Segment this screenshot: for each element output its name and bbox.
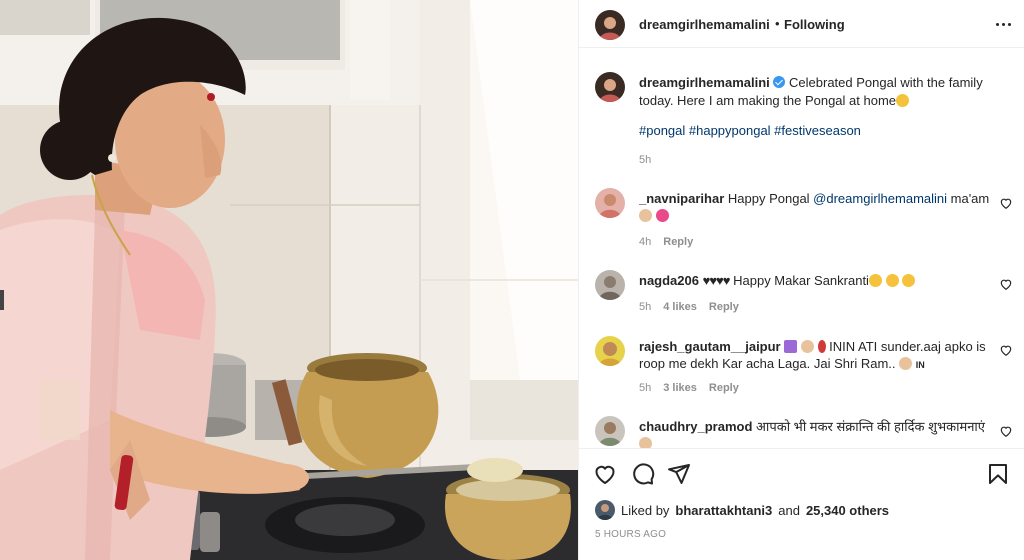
author-avatar[interactable] — [595, 10, 625, 40]
praying-hands-emoji-icon — [639, 209, 652, 222]
post-timestamp[interactable]: 5 HOURS AGO — [595, 529, 666, 540]
pushpin-emoji-icon — [817, 340, 826, 353]
likes-count[interactable]: 25,340 others — [806, 503, 889, 518]
heart-eyes-emoji-icon — [868, 274, 882, 287]
comment-text: rajesh_gautam__jaipur ININ ATI sunder.aa… — [639, 338, 999, 374]
heart-icon[interactable] — [593, 462, 617, 486]
post-image — [0, 0, 578, 560]
liker-avatar[interactable] — [595, 500, 615, 520]
comment-time: 5h — [639, 301, 652, 313]
comment-likes[interactable]: 4 likes — [663, 301, 697, 313]
praying-hands-emoji-icon — [800, 340, 814, 353]
black-hearts-emoji-icon: ♥♥♥♥ — [702, 273, 731, 288]
author-username[interactable]: dreamgirlhemamalini — [639, 17, 770, 32]
comment-mention[interactable]: @dreamgirlhemamalini — [813, 191, 947, 206]
heart-eyes-emoji-icon — [902, 274, 916, 287]
comment-time: 4h — [639, 236, 652, 248]
header-separator: • — [775, 16, 780, 31]
comment-icon[interactable] — [631, 462, 655, 486]
heart-eyes-emoji-icon — [885, 274, 899, 287]
bookmark-icon[interactable] — [986, 462, 1010, 486]
comment-username[interactable]: _navniparihar — [639, 191, 724, 206]
action-bar — [579, 448, 1024, 498]
liked-by-label: Liked by — [621, 502, 670, 518]
following-button[interactable]: Following — [784, 17, 845, 32]
comment-username[interactable]: chaudhry_pramod — [639, 419, 752, 434]
comment-meta: 4h Reply — [639, 236, 693, 248]
comment-body-end: ma'am — [947, 191, 990, 206]
post-header: dreamgirlhemamalini • Following — [579, 0, 1024, 48]
caption-time: 5h — [639, 154, 652, 166]
two-hearts-emoji-icon — [655, 209, 669, 222]
caption: dreamgirlhemamalini Celebrated Pongal wi… — [639, 74, 1011, 110]
comment-body: Happy Pongal — [727, 191, 814, 206]
comment-text: _navniparihar Happy Pongal @dreamgirlhem… — [639, 190, 999, 224]
liked-and-label: and — [778, 502, 800, 518]
flag-emoji-text: IN — [915, 360, 925, 370]
more-options-icon[interactable] — [993, 14, 1013, 34]
comment-username[interactable]: nagda206 — [639, 273, 699, 288]
comment-meta: 5h 3 likes Reply — [639, 382, 739, 394]
like-comment-heart-icon[interactable] — [999, 343, 1013, 357]
comment-text: chaudhry_pramod आपको भी मकर संक्रान्ति क… — [639, 418, 999, 448]
comment-text: nagda206 ♥♥♥♥ Happy Makar Sankranti — [639, 272, 999, 289]
commenter-avatar[interactable] — [595, 270, 625, 300]
commenter-avatar[interactable] — [595, 336, 625, 366]
caption-hashtags[interactable]: #pongal #happypongal #festiveseason — [639, 123, 861, 138]
commenter-avatar[interactable] — [595, 188, 625, 218]
comment-body: Happy Makar Sankranti — [733, 273, 869, 288]
post-photo[interactable] — [0, 0, 578, 560]
comment-time: 5h — [639, 382, 652, 394]
caption-avatar[interactable] — [595, 72, 625, 102]
instagram-post: dreamgirlhemamalini • Following dreamgir… — [0, 0, 1024, 560]
verified-badge-icon — [773, 76, 786, 88]
likes-summary: Liked by bharattakhtani3 and 25,340 othe… — [595, 500, 889, 520]
smiling-face-emoji-icon — [896, 94, 910, 107]
paper-plane-icon[interactable] — [667, 462, 691, 486]
om-symbol-emoji-icon — [784, 340, 798, 353]
liked-by-user[interactable]: bharattakhtani3 — [675, 503, 772, 518]
like-comment-heart-icon[interactable] — [999, 424, 1013, 438]
comment-username[interactable]: rajesh_gautam__jaipur — [639, 339, 781, 354]
comment-item: chaudhry_pramod आपको भी मकर संक्रान्ति क… — [579, 414, 1024, 448]
praying-hands-emoji-icon — [639, 437, 652, 448]
comment-body: आपको भी मकर संक्रान्ति की हार्दिक शुभकाम… — [756, 419, 985, 434]
caption-username[interactable]: dreamgirlhemamalini — [639, 75, 770, 90]
like-comment-heart-icon[interactable] — [999, 196, 1013, 210]
praying-hands-emoji-icon — [899, 357, 913, 370]
reply-button[interactable]: Reply — [709, 301, 739, 313]
like-comment-heart-icon[interactable] — [999, 277, 1013, 291]
commenter-avatar[interactable] — [595, 416, 625, 446]
reply-button[interactable]: Reply — [709, 382, 739, 394]
post-details-panel: dreamgirlhemamalini • Following dreamgir… — [578, 0, 1024, 560]
reply-button[interactable]: Reply — [663, 236, 693, 248]
comment-meta: 5h 4 likes Reply — [639, 301, 739, 313]
comment-likes[interactable]: 3 likes — [663, 382, 697, 394]
